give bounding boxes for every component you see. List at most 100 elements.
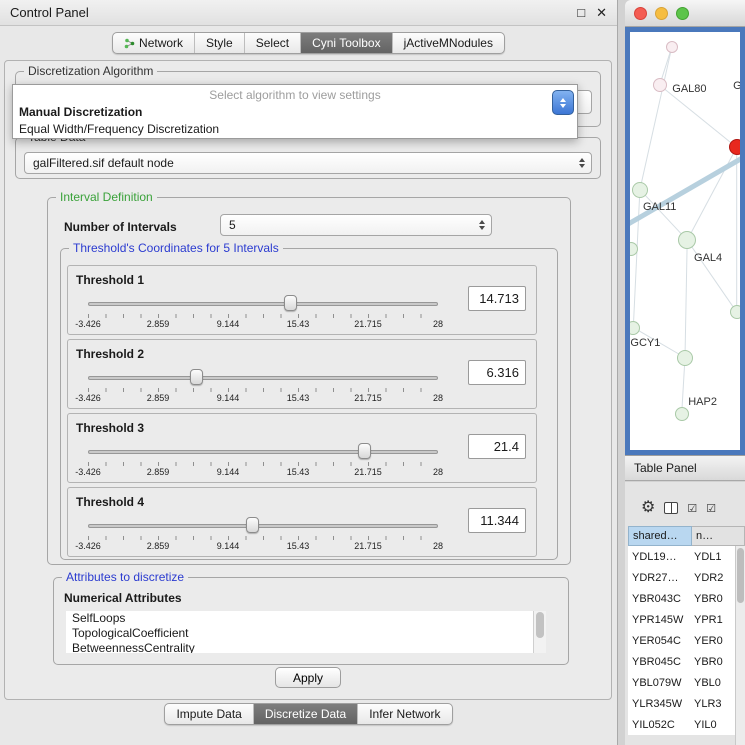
table-header-row: shared… n… bbox=[628, 526, 745, 546]
tab-cyni-toolbox[interactable]: Cyni Toolbox bbox=[300, 33, 391, 53]
gear-icon[interactable]: ⚙ bbox=[641, 500, 655, 516]
traffic-light-close-icon[interactable] bbox=[634, 7, 647, 20]
threshold-1-box: Threshold 1 -3.4262.8599.14415.4321.7152… bbox=[67, 265, 537, 335]
column-header-shared-name[interactable]: shared… bbox=[628, 526, 692, 546]
threshold-4-slider[interactable]: -3.4262.8599.14415.4321.71528 bbox=[88, 514, 438, 554]
attributes-group: Attributes to discretize Numerical Attri… bbox=[53, 577, 569, 665]
tick-label: 9.144 bbox=[217, 467, 240, 477]
slider-track[interactable] bbox=[88, 376, 438, 380]
table-cell[interactable]: YER054C bbox=[628, 635, 690, 647]
threshold-1-slider[interactable]: -3.4262.8599.14415.4321.71528 bbox=[88, 292, 438, 332]
table-cell[interactable]: YLR345W bbox=[628, 698, 690, 710]
network-node[interactable] bbox=[729, 139, 745, 155]
table-cell[interactable]: YBL079W bbox=[628, 677, 690, 689]
table-row[interactable]: YBL079WYBL0 bbox=[628, 672, 745, 693]
traffic-light-minimize-icon[interactable] bbox=[655, 7, 668, 20]
dropdown-placeholder: Select algorithm to view settings bbox=[13, 85, 577, 104]
table-row[interactable]: YDL19…YDL1 bbox=[628, 546, 745, 567]
table-cell[interactable]: YBR045C bbox=[628, 656, 690, 668]
window-title: Control Panel bbox=[10, 5, 89, 20]
cyni-toolbox-panel: Discretization Algorithm Table Data galF… bbox=[4, 60, 612, 700]
checkbox-icon[interactable]: ☑ bbox=[706, 502, 716, 515]
slider-thumb[interactable] bbox=[246, 517, 259, 533]
table-cell[interactable]: YDL19… bbox=[628, 551, 690, 563]
threshold-label: Threshold 1 bbox=[76, 273, 144, 287]
slider-thumb[interactable] bbox=[358, 443, 371, 459]
columns-icon[interactable] bbox=[664, 502, 678, 514]
attribute-list-item[interactable]: SelfLoops bbox=[66, 611, 546, 626]
table-row[interactable]: YBR045CYBR0 bbox=[628, 651, 745, 672]
list-scrollbar[interactable] bbox=[533, 611, 546, 653]
algorithm-select-button[interactable] bbox=[552, 90, 574, 115]
network-node[interactable] bbox=[730, 305, 744, 319]
table-row[interactable]: YDR27…YDR2 bbox=[628, 567, 745, 588]
float-window-icon[interactable]: □ bbox=[577, 5, 585, 21]
dropdown-item-manual-discretization[interactable]: Manual Discretization bbox=[13, 104, 577, 121]
network-node[interactable] bbox=[626, 321, 640, 335]
tab-label: Infer Network bbox=[369, 707, 440, 721]
interval-definition-group: Interval Definition Number of Intervals … bbox=[47, 197, 571, 565]
network-view-window: GAL80GAL11GAL4GCY1HAP2GA bbox=[625, 0, 745, 455]
threshold-3-value-field[interactable]: 21.4 bbox=[468, 434, 526, 459]
slider-track[interactable] bbox=[88, 524, 438, 528]
threshold-label: Threshold 3 bbox=[76, 421, 144, 435]
slider-track[interactable] bbox=[88, 302, 438, 306]
tab-jactivemnodules[interactable]: jActiveMNodules bbox=[392, 33, 504, 53]
slider-tick-labels: -3.4262.8599.14415.4321.71528 bbox=[88, 467, 438, 478]
column-header-name[interactable]: n… bbox=[692, 526, 745, 546]
table-row[interactable]: YER054CYER0 bbox=[628, 630, 745, 651]
attribute-list-item[interactable]: TopologicalCoefficient bbox=[66, 626, 546, 641]
slider-thumb[interactable] bbox=[284, 295, 297, 311]
network-node[interactable] bbox=[632, 182, 648, 198]
table-scrollbar[interactable] bbox=[735, 546, 745, 745]
tick-label: -3.426 bbox=[75, 319, 101, 329]
tab-discretize-data[interactable]: Discretize Data bbox=[253, 704, 357, 724]
threshold-1-value-field[interactable]: 14.713 bbox=[468, 286, 526, 311]
table-data-select[interactable]: galFiltered.sif default node bbox=[24, 152, 592, 174]
table-toolbar: ⚙ ☑ ☑ bbox=[625, 482, 745, 526]
table-row[interactable]: YBR043CYBR0 bbox=[628, 588, 745, 609]
apply-button[interactable]: Apply bbox=[275, 667, 341, 688]
tab-network[interactable]: Network bbox=[113, 33, 194, 53]
table-cell[interactable]: YIL052C bbox=[628, 719, 690, 731]
network-tab-icon bbox=[124, 38, 135, 49]
number-of-intervals-select[interactable]: 5 bbox=[220, 214, 492, 236]
network-node[interactable] bbox=[677, 350, 693, 366]
close-window-icon[interactable]: ✕ bbox=[596, 5, 607, 21]
threshold-4-value-field[interactable]: 11.344 bbox=[468, 508, 526, 533]
table-row[interactable]: YLR345WYLR3 bbox=[628, 693, 745, 714]
traffic-light-zoom-icon[interactable] bbox=[676, 7, 689, 20]
threshold-2-slider[interactable]: -3.4262.8599.14415.4321.71528 bbox=[88, 366, 438, 406]
numerical-attributes-label: Numerical Attributes bbox=[64, 591, 182, 605]
table-row[interactable]: YIL052CYIL0 bbox=[628, 714, 745, 735]
checkbox-icon[interactable]: ☑ bbox=[687, 502, 697, 515]
table-rows: YDL19…YDL1YDR27…YDR2YBR043CYBR0YPR145WYP… bbox=[628, 546, 745, 735]
table-cell[interactable]: YBR043C bbox=[628, 593, 690, 605]
threshold-2-box: Threshold 2 -3.4262.8599.14415.4321.7152… bbox=[67, 339, 537, 409]
slider-thumb[interactable] bbox=[190, 369, 203, 385]
tab-infer-network[interactable]: Infer Network bbox=[357, 704, 451, 724]
network-node[interactable] bbox=[666, 41, 678, 53]
tick-label: 28 bbox=[433, 319, 443, 329]
tab-impute-data[interactable]: Impute Data bbox=[165, 704, 252, 724]
network-node-label: GA bbox=[733, 80, 745, 92]
attribute-list-item[interactable]: BetweennessCentrality bbox=[66, 641, 546, 653]
table-data-group: Table Data galFiltered.sif default node bbox=[15, 137, 601, 179]
threshold-2-value-field[interactable]: 6.316 bbox=[468, 360, 526, 385]
network-canvas[interactable]: GAL80GAL11GAL4GCY1HAP2GA bbox=[625, 27, 745, 455]
table-cell[interactable]: YPR145W bbox=[628, 614, 690, 626]
numerical-attributes-list[interactable]: SelfLoopsTopologicalCoefficientBetweenne… bbox=[66, 611, 546, 653]
dropdown-item-equal-width-frequency[interactable]: Equal Width/Frequency Discretization bbox=[13, 121, 577, 138]
threshold-label: Threshold 2 bbox=[76, 347, 144, 361]
network-node[interactable] bbox=[675, 407, 689, 421]
network-node[interactable] bbox=[653, 78, 667, 92]
node-table: shared… n… YDL19…YDL1YDR27…YDR2YBR043CYB… bbox=[628, 526, 745, 735]
slider-track[interactable] bbox=[88, 450, 438, 454]
control-panel-titlebar: Control Panel □ ✕ bbox=[0, 0, 617, 26]
tab-select[interactable]: Select bbox=[244, 33, 300, 53]
select-stepper-icon bbox=[479, 220, 485, 230]
table-cell[interactable]: YDR27… bbox=[628, 572, 690, 584]
tab-style[interactable]: Style bbox=[194, 33, 244, 53]
threshold-3-slider[interactable]: -3.4262.8599.14415.4321.71528 bbox=[88, 440, 438, 480]
table-row[interactable]: YPR145WYPR1 bbox=[628, 609, 745, 630]
